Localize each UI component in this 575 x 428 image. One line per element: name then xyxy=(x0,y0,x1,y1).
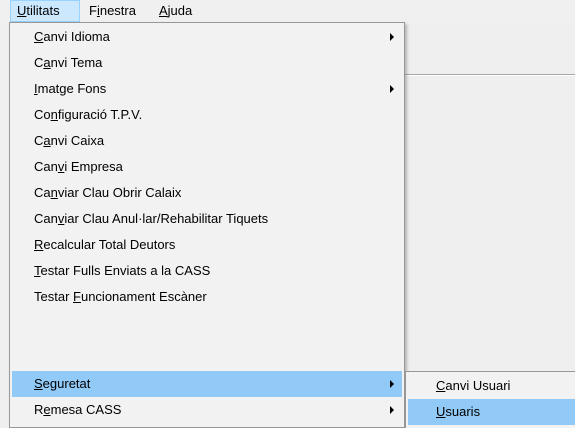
menu-item-remesa-cass[interactable]: Remesa CASS xyxy=(12,397,402,423)
mnemonic: A xyxy=(159,3,168,18)
label-pre: C xyxy=(34,55,44,70)
menu-label: nestra xyxy=(99,3,136,18)
label-post: suaris xyxy=(445,404,481,419)
label-mnemonic: S xyxy=(34,376,43,391)
label-pre: R xyxy=(34,402,44,417)
label-post: ecalcular Total Deutors xyxy=(43,237,176,252)
label-pre: Can xyxy=(34,159,58,174)
menu-item-canvi-caixa[interactable]: Canvi Caixa xyxy=(12,128,402,154)
submenu-arrow-icon xyxy=(390,380,394,388)
menu-item-canvi-tema[interactable]: Canvi Tema xyxy=(12,50,402,76)
label-mnemonic: n xyxy=(50,107,58,122)
label-mnemonic: a xyxy=(43,133,51,148)
mnemonic: U xyxy=(17,3,27,18)
menu-item-testar-funcionament-escaner[interactable]: Testar Funcionament Escàner xyxy=(12,284,402,310)
menu-item-canviar-clau-obrir-calaix[interactable]: Canviar Clau Obrir Calaix xyxy=(12,180,402,206)
label-mnemonic: n xyxy=(50,185,58,200)
menu-label: F xyxy=(89,3,97,18)
submenu-arrow-icon xyxy=(390,406,394,414)
menu-item-canvi-idioma[interactable]: Canvi Idioma xyxy=(12,24,402,50)
label-post: anvi Usuari xyxy=(445,378,511,393)
menu-item-configuracio-tpv[interactable]: Configuració T.P.V. xyxy=(12,102,402,128)
menu-item-recalcular-total-deutors[interactable]: Recalcular Total Deutors xyxy=(12,232,402,258)
label-mnemonic: F xyxy=(73,289,81,304)
label-post: uncionament Escàner xyxy=(80,289,207,304)
label-mnemonic: e xyxy=(43,402,51,417)
label-pre: Testar xyxy=(34,289,74,304)
label-pre: Co xyxy=(34,107,51,122)
seguretat-submenu: Canvi Usuari Usuaris xyxy=(405,371,575,428)
label-post: anvi Idioma xyxy=(43,29,110,44)
label-post: figuració T.P.V. xyxy=(57,107,143,122)
menu-ajuda[interactable]: Ajuda xyxy=(153,0,213,22)
label-post: estar Fulls Enviats a la CASS xyxy=(40,263,211,278)
label-post: viar Clau Obrir Calaix xyxy=(57,185,182,200)
label-mnemonic: a xyxy=(43,55,51,70)
utilitats-dropdown-menu: Canvi Idioma Canvi Tema Imatge Fons Conf… xyxy=(9,22,405,428)
label-pre: Can xyxy=(34,211,58,226)
submenu-item-canvi-usuari[interactable]: Canvi Usuari xyxy=(408,373,575,399)
menu-finestra[interactable]: Finestra xyxy=(83,0,150,22)
menu-label: tilitats xyxy=(26,3,60,18)
label-post: nvi Caixa xyxy=(50,133,105,148)
label-post: i Empresa xyxy=(64,159,123,174)
label-mnemonic: C xyxy=(436,378,446,393)
menu-item-testar-fulls-enviats[interactable]: Testar Fulls Enviats a la CASS xyxy=(12,258,402,284)
label-mnemonic: R xyxy=(34,237,44,252)
menu-item-seguretat[interactable]: Seguretat xyxy=(12,371,402,397)
menu-bar: Utilitats Finestra Ajuda xyxy=(0,0,575,23)
label-post: nvi Tema xyxy=(50,55,103,70)
menu-item-imatge-fons[interactable]: Imatge Fons xyxy=(12,76,402,102)
submenu-arrow-icon xyxy=(390,85,394,93)
label-pre: C xyxy=(34,133,44,148)
menu-item-canviar-clau-anullar[interactable]: Canviar Clau Anul·lar/Rehabilitar Tiquet… xyxy=(12,206,402,232)
menu-utilitats[interactable]: Utilitats xyxy=(10,0,80,22)
submenu-arrow-icon xyxy=(390,33,394,41)
label-post: iar Clau Anul·lar/Rehabilitar Tiquets xyxy=(64,211,269,226)
menu-label: juda xyxy=(167,3,193,18)
label-post: mesa CASS xyxy=(50,402,122,417)
label-mnemonic: C xyxy=(34,29,44,44)
menu-item-canvi-empresa[interactable]: Canvi Empresa xyxy=(12,154,402,180)
label-mnemonic: U xyxy=(436,404,446,419)
label-pre: Ca xyxy=(34,185,51,200)
divider-line-highlight xyxy=(405,75,575,76)
label-post: matge Fons xyxy=(37,81,107,96)
submenu-item-usuaris[interactable]: Usuaris xyxy=(408,399,575,425)
label-post: eguretat xyxy=(42,376,91,391)
